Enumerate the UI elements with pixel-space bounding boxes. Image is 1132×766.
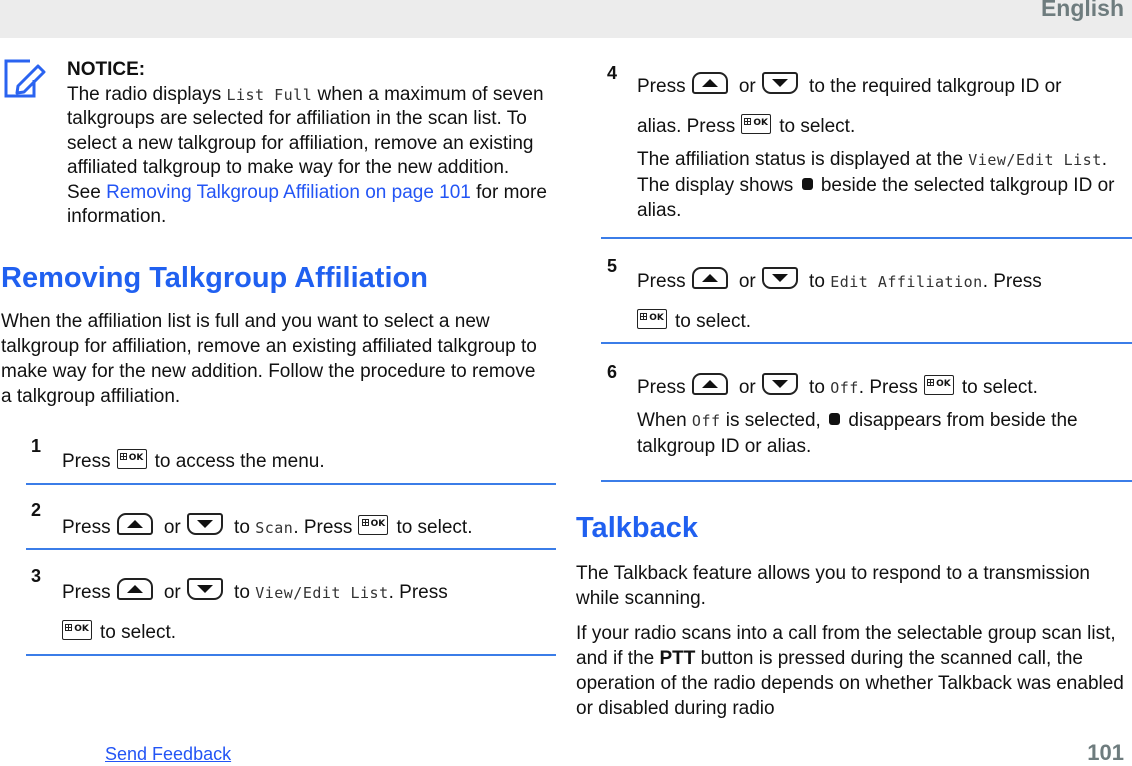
section-heading-removing-affiliation: Removing Talkgroup Affiliation — [1, 262, 428, 294]
up-arrow-button-icon — [116, 577, 153, 600]
notice-text: The radio displays List Full when a maxi… — [67, 83, 547, 228]
display-text: View/Edit List — [968, 151, 1102, 169]
step-number: 3 — [31, 566, 42, 586]
up-arrow-button-icon — [691, 71, 728, 94]
display-text: List Full — [226, 85, 313, 104]
step-5: 5 Press or to Edit Affiliation. Press OK… — [601, 256, 1132, 344]
up-arrow-button-icon — [691, 372, 728, 395]
menu-ok-button-icon: OK — [116, 448, 147, 469]
step-number: 5 — [607, 256, 618, 276]
step-1: 1 Press OK to access the menu. — [26, 436, 556, 485]
step-number: 1 — [31, 436, 42, 456]
step-number: 6 — [607, 362, 618, 382]
step-6: 6 Press or to Off. Press OK to select. Whe… — [601, 362, 1132, 482]
talkback-paragraph-1: The Talkback feature allows you to respo… — [576, 563, 1090, 609]
removing-affiliation-link[interactable]: Removing Talkgroup Affiliation on page 1… — [106, 182, 471, 203]
step-number: 4 — [607, 63, 618, 83]
notice-pencil-icon — [4, 59, 46, 98]
display-text: Scan — [255, 519, 294, 537]
display-text: Off — [691, 412, 721, 430]
section-heading-talkback: Talkback — [576, 512, 698, 544]
section-intro: When the affiliation list is full and yo… — [1, 311, 537, 407]
down-arrow-button-icon — [761, 372, 798, 395]
page-header-bar: English — [0, 0, 1132, 38]
menu-ok-button-icon: OK — [637, 308, 667, 329]
up-arrow-button-icon — [691, 266, 728, 289]
menu-ok-button-icon: OK — [741, 113, 772, 134]
language-label: English — [1040, 0, 1124, 21]
notice-title: NOTICE: — [67, 59, 146, 80]
step-3: 3 Press or to View/Edit List. Press OK to… — [26, 566, 556, 656]
down-arrow-button-icon — [186, 577, 223, 600]
step-2: 2 Press or to Scan. Press OK to select. — [26, 500, 556, 550]
display-text: View/Edit List — [255, 584, 389, 602]
down-arrow-button-icon — [186, 512, 223, 535]
display-text: Off — [830, 379, 859, 397]
talkback-paragraph-2: If your radio scans into a call from the… — [576, 623, 1124, 719]
up-arrow-button-icon — [116, 512, 153, 535]
step-4: 4 Press or to the required talkgroup ID … — [601, 63, 1132, 239]
down-arrow-button-icon — [761, 71, 798, 94]
notice-block: NOTICE: The radio displays List Full whe… — [67, 58, 547, 230]
affiliation-dot-icon — [801, 177, 813, 190]
affiliation-dot-icon — [829, 412, 841, 425]
menu-ok-button-icon: OK — [358, 514, 389, 535]
display-text: Edit Affiliation — [830, 273, 983, 291]
page-number: 101 — [1087, 740, 1124, 765]
step-number: 2 — [31, 500, 42, 520]
down-arrow-button-icon — [761, 266, 798, 289]
menu-ok-button-icon: OK — [62, 619, 92, 640]
menu-ok-button-icon: OK — [923, 374, 954, 395]
